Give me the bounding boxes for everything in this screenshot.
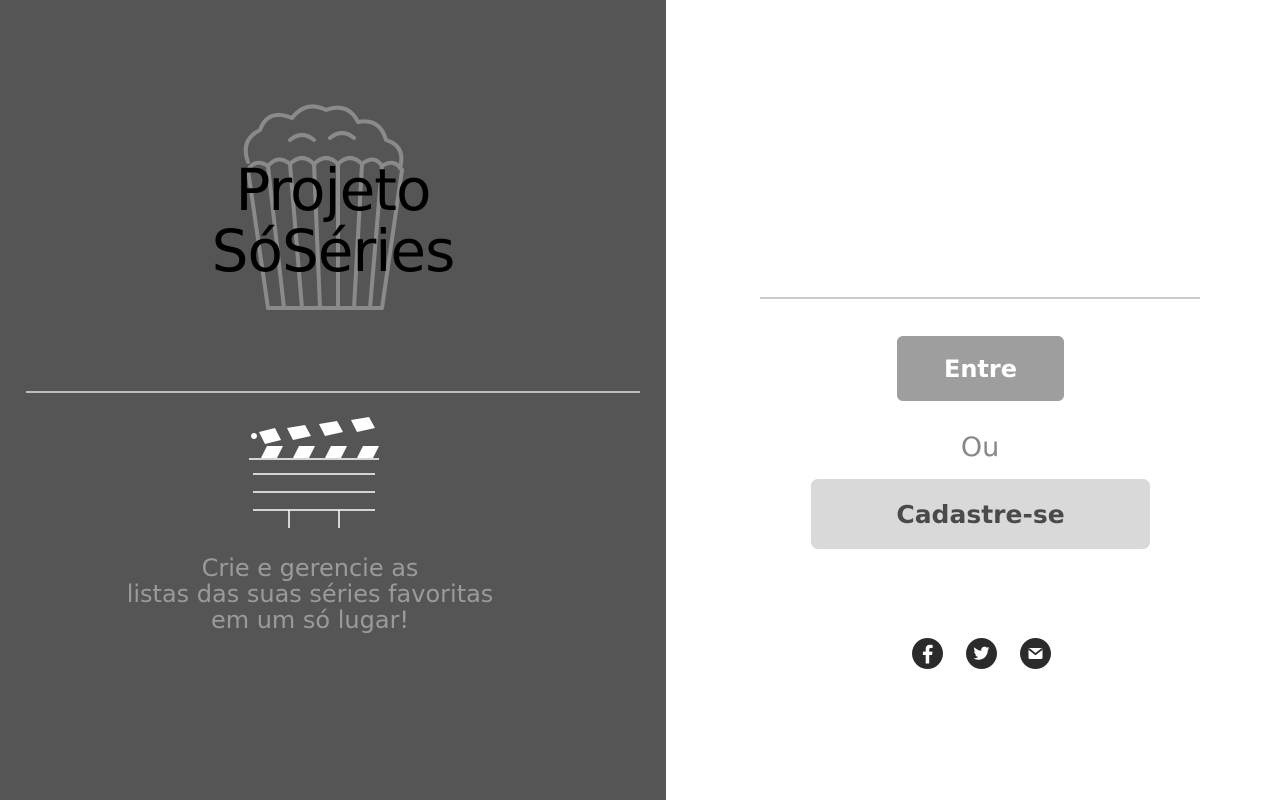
- facebook-icon[interactable]: [912, 638, 943, 669]
- hero-panel: Projeto SóSéries Crie e gerencie as list…: [0, 0, 666, 800]
- twitter-icon[interactable]: [966, 638, 997, 669]
- social-links: [912, 638, 1051, 669]
- tagline-line1: Crie e gerencie as: [201, 554, 419, 582]
- app-title-line1: Projeto: [235, 156, 431, 224]
- tagline-line2: listas das suas séries favoritas: [126, 580, 494, 608]
- login-button[interactable]: Entre: [897, 336, 1064, 401]
- hero-divider: [26, 391, 640, 393]
- or-label: Ou: [960, 432, 1000, 463]
- tagline-line3: em um só lugar!: [210, 606, 410, 634]
- auth-panel: Entre Ou Cadastre-se: [666, 0, 1280, 800]
- tagline: Crie e gerencie as listas das suas série…: [0, 555, 620, 633]
- auth-divider: [760, 297, 1200, 299]
- app-title: Projeto SóSéries: [0, 160, 666, 282]
- app-title-line2: SóSéries: [211, 217, 456, 285]
- mail-icon[interactable]: [1020, 638, 1051, 669]
- signup-button[interactable]: Cadastre-se: [811, 479, 1150, 549]
- clapperboard-icon: [249, 417, 379, 528]
